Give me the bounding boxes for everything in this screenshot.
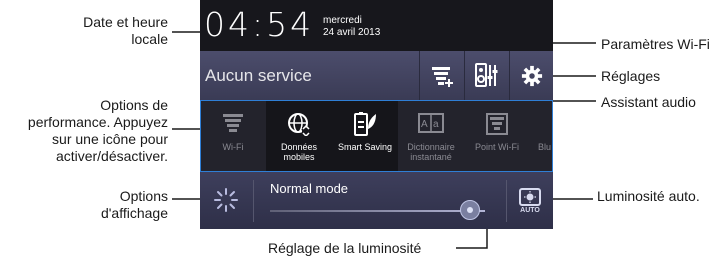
status-bar: 04:54 mercredi 24 avril 2013 [200,0,553,51]
toggle-label: Point Wi-Fi [474,142,519,152]
audio-wizard-button[interactable] [464,51,509,100]
toggle-label: Smart Saving [337,142,393,152]
auto-brightness-button[interactable]: AUTO [513,184,547,218]
slider-thumb-dot [466,207,473,213]
smart-saving-icon [354,112,376,136]
auto-brightness-icon [519,188,541,206]
service-status: Aucun service [205,66,312,85]
toggle-wifi-hotspot[interactable]: Point Wi-Fi [464,100,530,172]
toggle-bluetooth[interactable]: Blu [530,100,553,172]
toggle-label: Données mobiles [280,142,318,162]
mobile-data-icon [288,113,310,136]
toggle-label: Dictionnaire instantané [407,142,455,162]
brightness-mode: Normal mode [270,181,349,196]
svg-text:a: a [433,119,439,130]
audio-wizard-icon [475,62,498,87]
divider [506,180,507,222]
display-options-button[interactable] [210,184,242,216]
quick-settings-panel: 04:54 mercredi 24 avril 2013 Aucun servi… [200,0,553,229]
auto-label: AUTO [520,207,540,214]
toggle-label: Wi-Fi [222,142,244,152]
divider [253,180,254,222]
wifi-settings-button[interactable] [419,51,464,100]
wifi-hotspot-icon [486,113,508,135]
toggle-label: Blu [538,142,552,152]
brightness-bar: Normal mode AUTO [200,172,553,229]
toggle-wifi[interactable]: Wi-Fi [200,100,266,172]
settings-button[interactable] [509,51,553,100]
clock: 04:54 [204,5,315,44]
brightness-slider-track[interactable] [270,200,485,220]
service-bar: Aucun service [200,51,553,100]
instant-dictionary-icon: A a [418,113,444,133]
date-label: 24 avril 2013 [323,27,381,38]
wifi-icon [223,114,243,132]
day-label: mercredi [323,15,362,26]
svg-text:A: A [421,119,428,130]
display-options-icon [214,188,238,212]
toggle-instant-dictionary[interactable]: A a Dictionnaire instantané [398,100,464,172]
toggle-smart-saving[interactable]: Smart Saving [332,100,398,172]
wifi-settings-icon [432,66,453,87]
gear-icon [521,65,543,86]
toggle-mobile-data[interactable]: Données mobiles [266,100,332,172]
performance-toggles: Wi-Fi Données mobiles Smart Saving A a D… [200,100,553,172]
brightness-slider-thumb[interactable] [459,200,480,220]
